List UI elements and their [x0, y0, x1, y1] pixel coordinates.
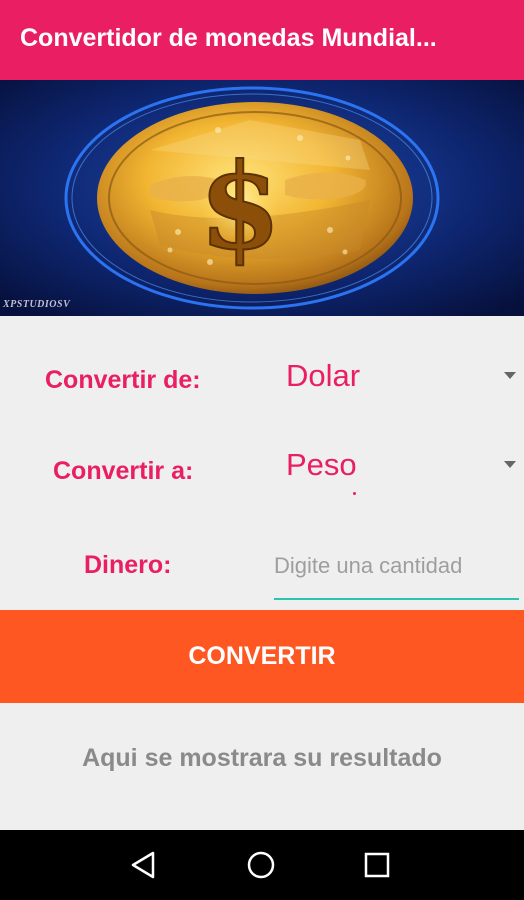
amount-input[interactable] — [274, 548, 519, 584]
svg-text:$: $ — [199, 137, 281, 276]
banner-image: $ XPSTUDIOSV — [0, 80, 524, 316]
convert-from-label: Convertir de: — [45, 366, 201, 394]
dollar-coin-icon: $ — [0, 80, 524, 316]
convert-to-spinner[interactable]: Peso — [270, 437, 524, 497]
back-icon[interactable] — [123, 845, 163, 885]
navigation-bar — [0, 830, 524, 900]
home-icon[interactable] — [241, 845, 281, 885]
convert-from-value: Dolar — [286, 358, 361, 393]
convert-button[interactable]: CONVERTIR — [0, 610, 524, 703]
banner-watermark: XPSTUDIOSV — [3, 299, 71, 310]
convert-from-spinner[interactable]: Dolar — [270, 348, 524, 408]
result-text: Aqui se mostrara su resultado — [82, 744, 442, 772]
scroll-indicator-dot — [353, 492, 356, 495]
convert-to-value: Peso — [286, 447, 357, 482]
recents-icon[interactable] — [357, 845, 397, 885]
dropdown-arrow-icon — [504, 461, 516, 468]
amount-label: Dinero: — [84, 551, 172, 579]
dropdown-arrow-icon — [504, 372, 516, 379]
amount-field-container — [274, 540, 519, 600]
app-title: Convertidor de monedas Mundial... — [20, 24, 437, 52]
convert-to-label: Convertir a: — [53, 457, 194, 485]
app-bar: Convertidor de monedas Mundial... — [0, 0, 524, 80]
